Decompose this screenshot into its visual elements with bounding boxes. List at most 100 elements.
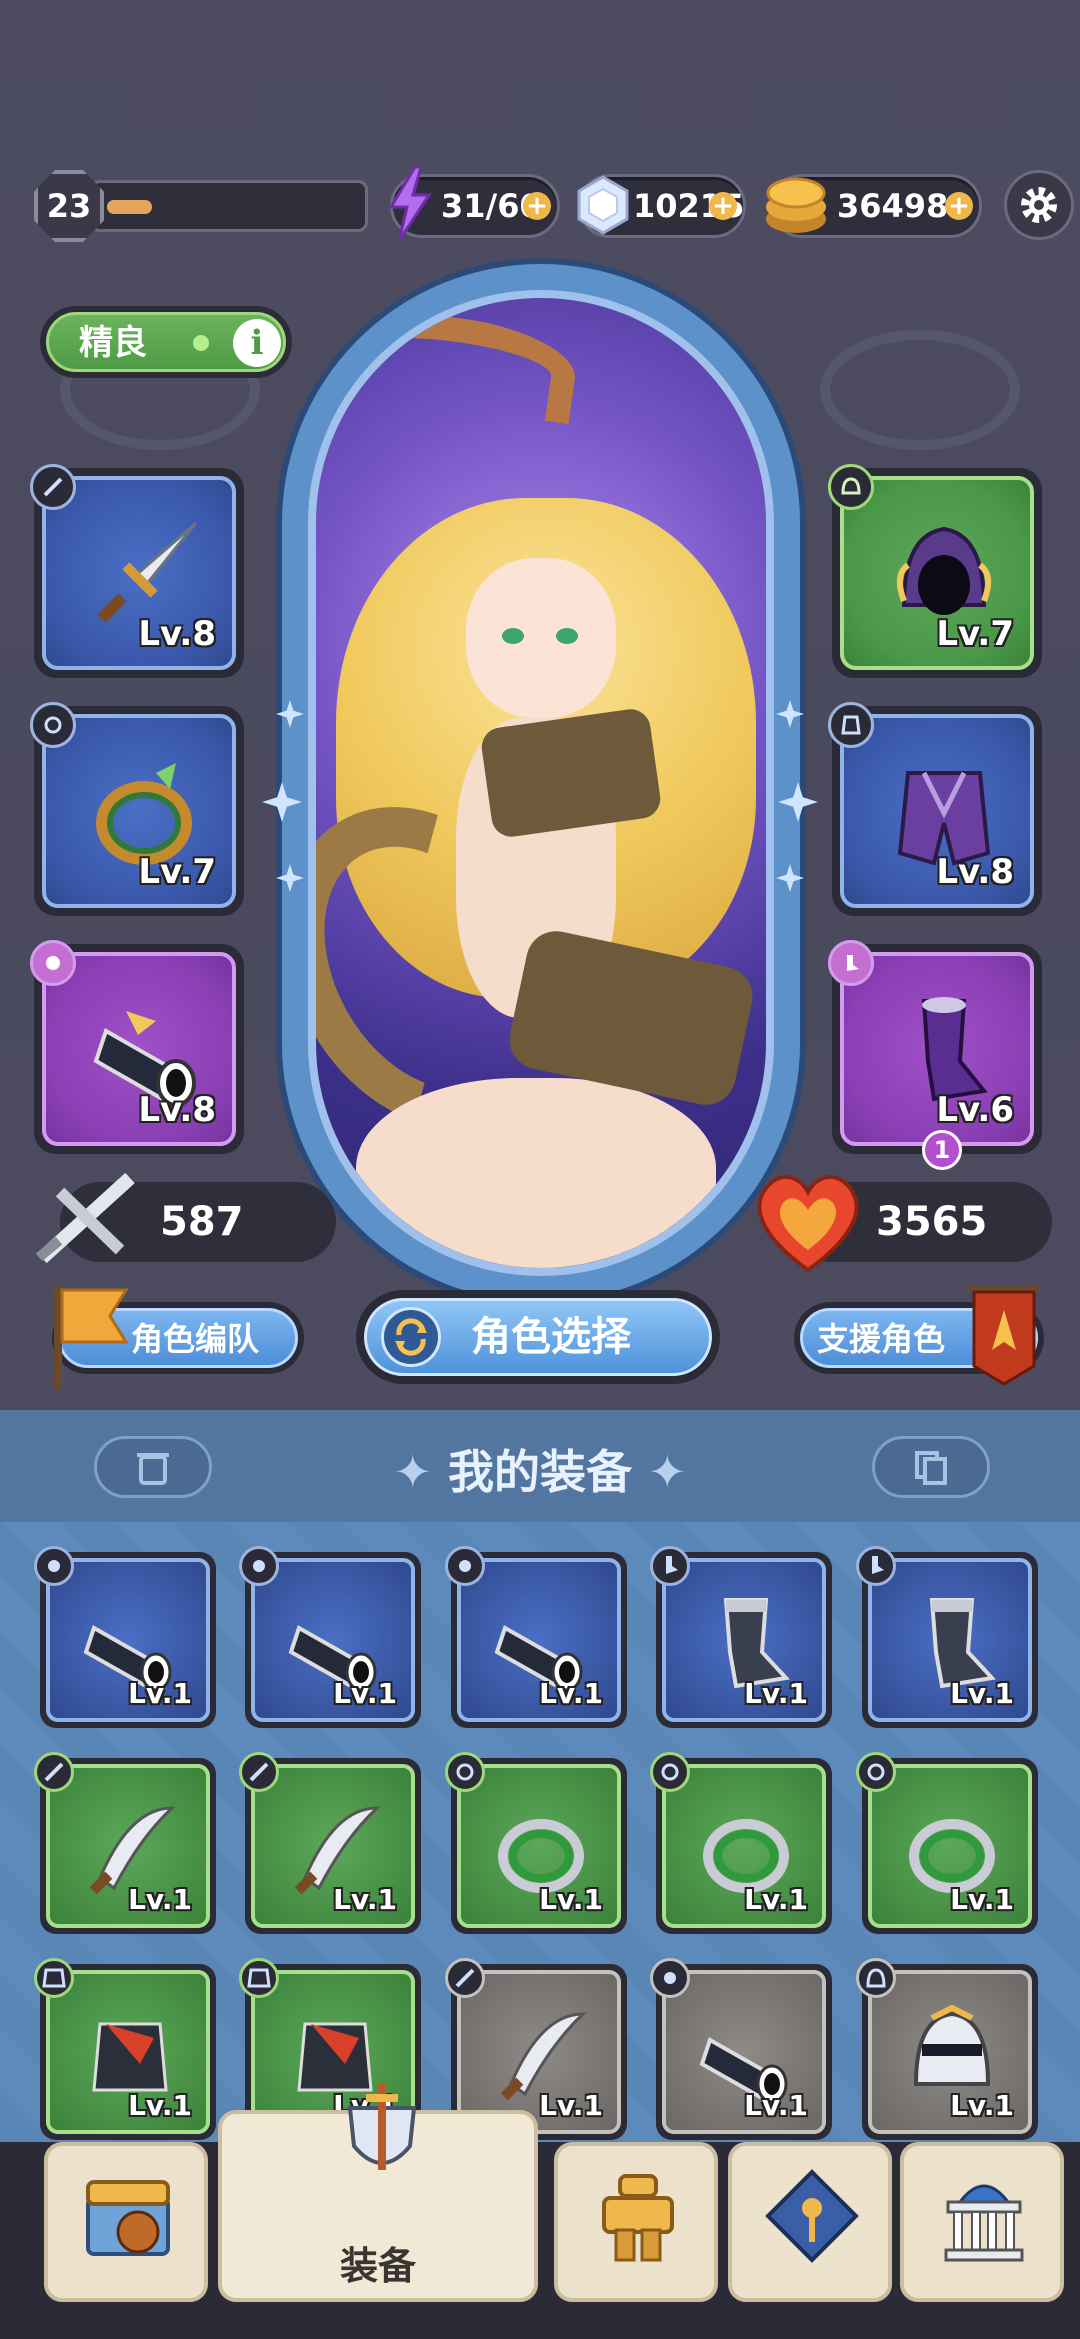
item-level: Lv.1: [333, 1677, 397, 1710]
nav-equipment-label: 装备: [339, 2244, 416, 2288]
character-portrait-frame[interactable]: [276, 258, 806, 1308]
grade-label: 精良: [79, 323, 147, 363]
equipment-item-gloves[interactable]: Lv.1: [34, 1546, 216, 1728]
slot-level: Lv.8: [138, 614, 216, 654]
item-level: Lv.1: [333, 1883, 397, 1916]
treasure-chest-icon: [86, 2180, 170, 2256]
info-icon[interactable]: i: [233, 319, 281, 367]
helmet-type-icon: [856, 1958, 896, 1998]
boomerang-art: [330, 301, 582, 425]
slot-level: Lv.8: [936, 852, 1014, 892]
equipment-item-armor[interactable]: Lv.1: [34, 1958, 216, 2140]
gear-icon: [1021, 187, 1057, 223]
gold-plus-icon[interactable]: +: [945, 192, 973, 220]
equipment-item-ring[interactable]: Lv.1: [445, 1752, 627, 1934]
equipment-item-gloves[interactable]: Lv.1: [445, 1546, 627, 1728]
eye-left: [502, 628, 524, 644]
grade-pill[interactable]: 精良 i: [40, 306, 292, 378]
gold-pill[interactable]: 364983 +: [766, 174, 982, 238]
energy-plus-icon[interactable]: +: [523, 192, 551, 220]
item-level: Lv.1: [744, 1677, 808, 1710]
equipment-item-gloves[interactable]: Lv.1: [239, 1546, 421, 1728]
attack-value: 587: [160, 1199, 244, 1245]
armor-type-icon: [34, 1958, 74, 1998]
boots-slot[interactable]: Lv.6 1: [828, 940, 1042, 1170]
item-level: Lv.1: [744, 2089, 808, 2122]
gloves-type-icon: [34, 1546, 74, 1586]
slot-level: Lv.6: [936, 1090, 1014, 1130]
character-select-button[interactable]: 角色选择: [356, 1290, 720, 1384]
energy-pill[interactable]: 31/60 +: [388, 167, 560, 241]
gloves-type-icon: [650, 1958, 690, 1998]
heart-icon: [757, 1175, 859, 1273]
armor-type-icon: [239, 1958, 279, 1998]
xp-bar: [90, 180, 368, 232]
team-formation-label: 角色编队: [131, 1320, 260, 1358]
nav-inventory-button[interactable]: [44, 2142, 208, 2302]
grade-dot: [193, 335, 209, 351]
legs-art: [356, 1078, 716, 1268]
equipment-item-gloves[interactable]: Lv.1: [650, 1958, 832, 2140]
equipment-item-boots[interactable]: Lv.1: [650, 1546, 832, 1728]
boots-type-icon: [650, 1546, 690, 1586]
decor-swirl-right: [820, 330, 1020, 450]
equipment-item-ring[interactable]: Lv.1: [650, 1752, 832, 1934]
nav-equipment-button[interactable]: 装备: [218, 2084, 538, 2302]
helmet-slot[interactable]: Lv.7: [828, 464, 1042, 678]
gems-pill[interactable]: 10215 +: [577, 174, 746, 238]
gold-coins-icon: [766, 177, 826, 233]
xp-bar-fill: [107, 200, 152, 214]
slot-level: Lv.7: [936, 614, 1014, 654]
flag-icon: [54, 1286, 129, 1390]
copy-icon: [915, 1451, 947, 1485]
fish-decor-icon: ✦: [393, 1445, 448, 1499]
item-level: Lv.1: [950, 1883, 1014, 1916]
item-level: Lv.1: [128, 1883, 192, 1916]
item-level: Lv.1: [539, 1883, 603, 1916]
eye-right: [556, 628, 578, 644]
face-art: [466, 558, 616, 718]
temple-icon: [944, 2184, 1024, 2262]
upgrade-count-badge: 1: [922, 1130, 962, 1170]
character-select-label: 角色选择: [471, 1314, 631, 1360]
ring-type-icon: [856, 1752, 896, 1792]
armor-type-icon: [828, 702, 874, 748]
equipment-item-weapon[interactable]: Lv.1: [34, 1752, 216, 1934]
player-level-badge[interactable]: 23: [34, 170, 104, 242]
equipment-item-ring[interactable]: Lv.1: [856, 1752, 1038, 1934]
item-level: Lv.1: [539, 1677, 603, 1710]
equipment-item-helmet[interactable]: Lv.1: [856, 1958, 1038, 2140]
item-level: Lv.1: [539, 2089, 603, 2122]
gloves-type-icon: [30, 940, 76, 986]
ring-type-icon: [650, 1752, 690, 1792]
armor-slot[interactable]: Lv.8: [828, 702, 1042, 916]
item-level: Lv.1: [744, 1883, 808, 1916]
gem-icon: [577, 175, 629, 235]
settings-button[interactable]: [1004, 170, 1074, 240]
nav-skills-button[interactable]: [728, 2142, 892, 2302]
ring-slot[interactable]: Lv.7: [30, 702, 244, 916]
slot-level: Lv.8: [138, 1090, 216, 1130]
item-level: Lv.1: [950, 2089, 1014, 2122]
gloves-type-icon: [239, 1546, 279, 1586]
ring-type-icon: [445, 1752, 485, 1792]
gems-plus-icon[interactable]: +: [709, 192, 737, 220]
nav-character-button[interactable]: [554, 2142, 718, 2302]
equipment-item-boots[interactable]: Lv.1: [856, 1546, 1038, 1728]
ring-type-icon: [30, 702, 76, 748]
support-character-label: 支援角色: [817, 1320, 946, 1358]
weapon-type-icon: [30, 464, 76, 510]
nav-guild-button[interactable]: [900, 2142, 1064, 2302]
gloves-type-icon: [445, 1546, 485, 1586]
sort-button[interactable]: [872, 1436, 990, 1498]
character-portrait: [308, 290, 774, 1276]
banner-icon: [968, 1286, 1040, 1386]
item-level: Lv.1: [128, 1677, 192, 1710]
weapon-slot[interactable]: Lv.8: [30, 464, 244, 678]
item-level: Lv.1: [950, 1677, 1014, 1710]
diamond-key-icon: [765, 2169, 859, 2263]
gloves-slot[interactable]: Lv.8: [30, 940, 244, 1154]
fur-top-art: [479, 706, 663, 840]
weapon-type-icon: [34, 1752, 74, 1792]
equipment-item-weapon[interactable]: Lv.1: [239, 1752, 421, 1934]
